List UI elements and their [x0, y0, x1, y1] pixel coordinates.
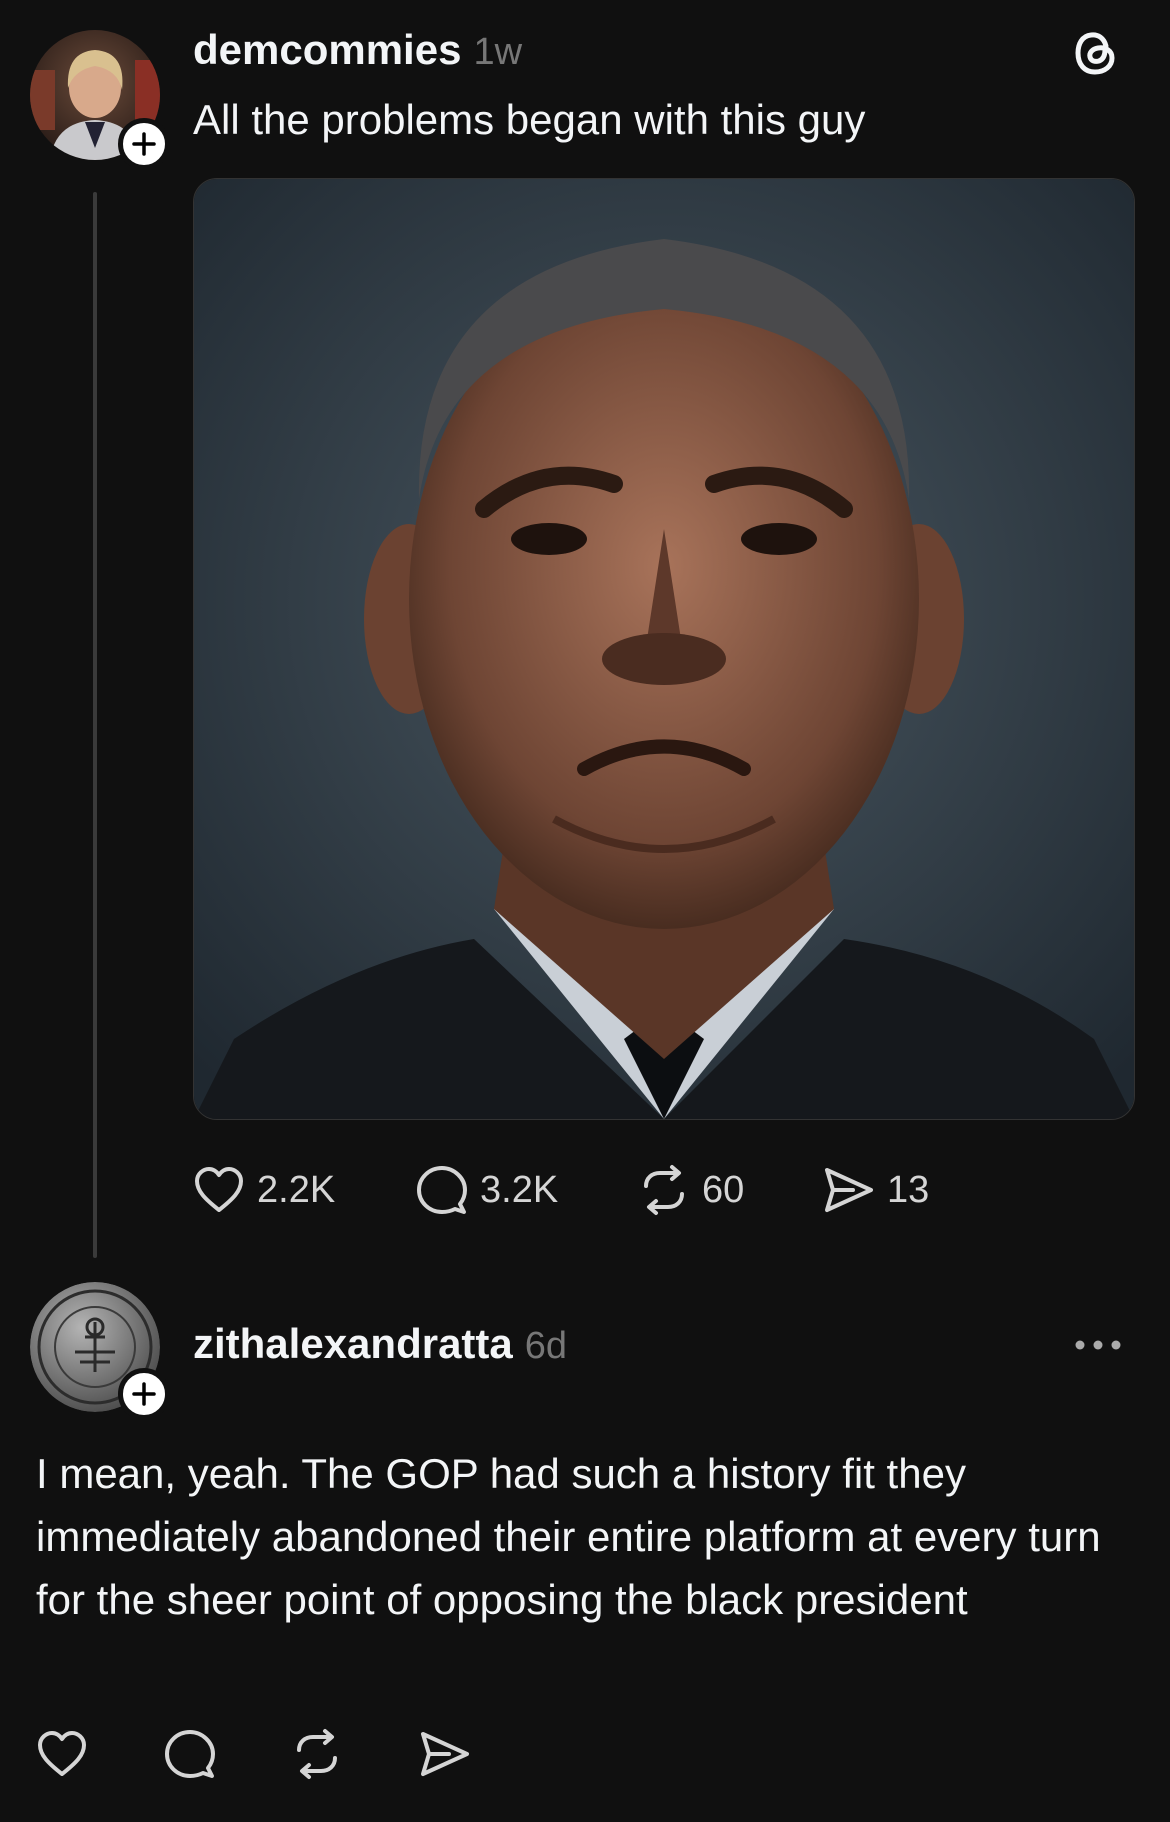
reply-header: zithalexandratta 6d — [193, 1320, 567, 1370]
send-icon — [421, 1732, 469, 1776]
plus-icon — [132, 132, 156, 156]
comment-icon — [417, 1166, 467, 1214]
share-button[interactable] — [419, 1729, 479, 1779]
threads-icon[interactable] — [1072, 26, 1120, 78]
reply-button[interactable]: 3.2K — [416, 1164, 638, 1216]
reply-time: 6d — [524, 1325, 568, 1367]
share-button[interactable]: 13 — [823, 1165, 973, 1215]
post-text: All the problems began with this guy — [193, 96, 866, 143]
thread-line — [93, 192, 97, 1258]
reply-count: 3.2K — [480, 1168, 559, 1211]
follow-button[interactable] — [118, 118, 170, 170]
share-count: 13 — [887, 1168, 930, 1211]
post-header: demcommies 1w — [193, 26, 522, 76]
reply-actions — [36, 1726, 479, 1782]
plus-icon — [132, 1382, 156, 1406]
heart-icon — [195, 1167, 243, 1212]
reply-button[interactable] — [164, 1728, 291, 1780]
username[interactable]: zithalexandratta — [193, 1320, 513, 1368]
more-icon[interactable] — [1070, 1330, 1126, 1360]
repost-count: 60 — [702, 1168, 745, 1211]
username[interactable]: demcommies — [193, 26, 461, 74]
repost-button[interactable]: 60 — [638, 1164, 823, 1216]
like-button[interactable] — [36, 1730, 164, 1778]
reply-text: I mean, yeah. The GOP had such a history… — [36, 1450, 1101, 1623]
repost-button[interactable] — [291, 1728, 419, 1780]
repost-icon — [644, 1165, 684, 1215]
post-time: 1w — [473, 31, 523, 73]
like-button[interactable]: 2.2K — [193, 1166, 416, 1214]
follow-button[interactable] — [118, 1368, 170, 1420]
post-actions: 2.2K 3.2K 60 13 — [193, 1162, 973, 1218]
like-count: 2.2K — [257, 1168, 336, 1211]
heart-icon — [38, 1731, 86, 1776]
repost-icon — [297, 1729, 337, 1779]
post-image[interactable] — [193, 178, 1135, 1120]
comment-icon — [165, 1730, 215, 1778]
send-icon — [825, 1168, 873, 1212]
